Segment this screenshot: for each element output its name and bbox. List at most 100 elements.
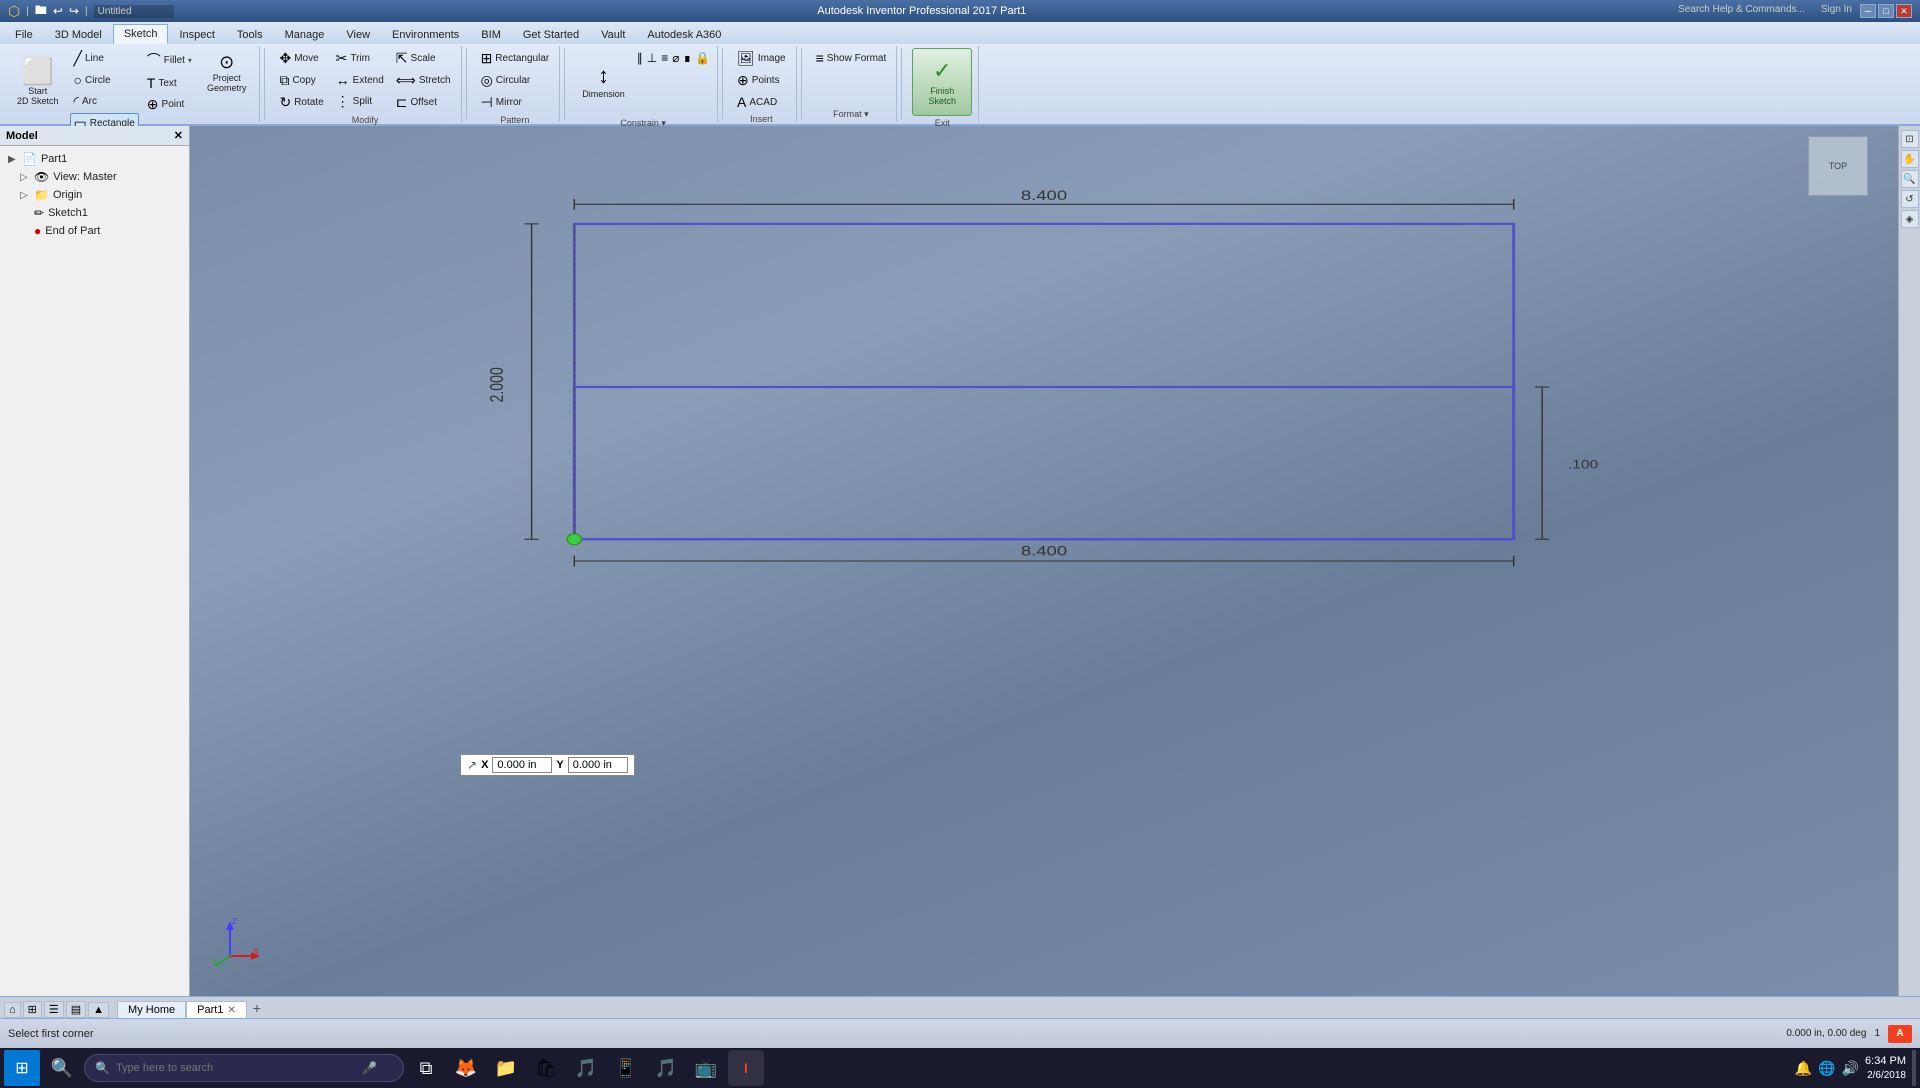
phone-btn[interactable]: 📱 xyxy=(608,1050,644,1086)
maximize-button[interactable]: □ xyxy=(1878,4,1894,18)
tab-vault[interactable]: Vault xyxy=(590,25,636,44)
dimension-button[interactable]: ↕ Dimension xyxy=(575,48,632,116)
tab-manage[interactable]: Manage xyxy=(274,25,336,44)
extend-button[interactable]: ↔ Extend xyxy=(332,70,388,90)
x-input[interactable] xyxy=(492,757,552,773)
constraint-icon-6[interactable]: 🔒 xyxy=(694,50,711,66)
acad-icon: A xyxy=(737,94,746,110)
circular-button[interactable]: ◎ Circular xyxy=(477,70,554,91)
tree-item-sketch1[interactable]: ✏ Sketch1 xyxy=(4,204,185,222)
close-button[interactable]: ✕ xyxy=(1896,4,1912,18)
part1-tab[interactable]: Part1 ✕ xyxy=(186,1001,247,1018)
rotate-button[interactable]: ↻ Rotate xyxy=(275,92,327,113)
move-button[interactable]: ✥ Move xyxy=(275,48,327,69)
taskview-btn[interactable]: ⧉ xyxy=(408,1050,444,1086)
tab-sketch[interactable]: Sketch xyxy=(113,24,169,44)
constraint-icon-3[interactable]: ≡ xyxy=(660,50,669,66)
tree-item-part1[interactable]: ▶ 📄 Part1 xyxy=(4,150,185,168)
mirror-button[interactable]: ⊣ Mirror xyxy=(477,92,554,113)
firefox-btn[interactable]: 🦊 xyxy=(448,1050,484,1086)
explorer-btn[interactable]: 📁 xyxy=(488,1050,524,1086)
tab-getstarted[interactable]: Get Started xyxy=(512,25,590,44)
text-button[interactable]: T Text xyxy=(143,73,196,93)
offset-button[interactable]: ⊏ Offset xyxy=(392,92,455,113)
expand-icon-origin[interactable]: ▷ xyxy=(20,190,30,201)
search-input[interactable] xyxy=(116,1062,356,1074)
image-button[interactable]: 🖼 Image xyxy=(733,48,790,69)
acad-button[interactable]: A ACAD xyxy=(733,92,790,112)
expand-icon-part1[interactable]: ▶ xyxy=(8,154,18,165)
search-help[interactable]: Search Help & Commands... xyxy=(1670,4,1813,18)
finish-sketch-button[interactable]: ✓ FinishSketch xyxy=(912,48,972,116)
scale-button[interactable]: ⇱ Scale xyxy=(392,48,455,69)
notification-icon[interactable]: 🔔 xyxy=(1795,1060,1812,1077)
show-desktop-btn[interactable] xyxy=(1912,1050,1916,1086)
myhome-tab[interactable]: My Home xyxy=(117,1001,186,1018)
text-icon: T xyxy=(147,75,156,91)
fillet-button[interactable]: ⌒ Fillet ▾ xyxy=(143,48,196,72)
part1-tab-close-icon[interactable]: ✕ xyxy=(227,1005,235,1016)
inventor-btn[interactable]: I xyxy=(728,1050,764,1086)
tab-3dmodel[interactable]: 3D Model xyxy=(44,25,113,44)
rt-pan[interactable]: ✋ xyxy=(1901,150,1919,168)
taskbar-search-btn[interactable]: 🔍 xyxy=(44,1050,80,1086)
show-format-button[interactable]: ≡ Show Format xyxy=(812,48,891,68)
mic-icon[interactable]: 🎤 xyxy=(362,1061,377,1075)
canvas[interactable]: 8.400 2.000 8.400 .100 xyxy=(190,126,1898,996)
tab-inspect[interactable]: Inspect xyxy=(168,25,225,44)
circle-button[interactable]: ○ Circle xyxy=(70,70,139,90)
view-home-btn[interactable]: ⌂ xyxy=(4,1002,21,1018)
split-button[interactable]: ⋮ Split xyxy=(332,91,388,112)
constraint-icon-4[interactable]: ⌀ xyxy=(671,50,680,66)
tree-item-endofpart[interactable]: ● End of Part xyxy=(4,222,185,240)
trim-button[interactable]: ✂ Trim xyxy=(332,48,388,69)
media-btn[interactable]: 🎵 xyxy=(568,1050,604,1086)
rt-zoom-all[interactable]: ⊡ xyxy=(1901,130,1919,148)
project-geometry-button[interactable]: ⊙ ProjectGeometry xyxy=(200,48,254,98)
constraint-icon-2[interactable]: ⊥ xyxy=(646,50,658,66)
arc-button[interactable]: ◜ Arc xyxy=(70,91,139,112)
quick-access-save[interactable]: 🖿 xyxy=(35,1,47,22)
constraint-icon-5[interactable]: ∎ xyxy=(682,50,692,66)
view-up-btn[interactable]: ▲ xyxy=(88,1002,109,1018)
tab-environments[interactable]: Environments xyxy=(381,25,470,44)
fillet-dropdown-icon[interactable]: ▾ xyxy=(188,56,192,65)
tab-a360[interactable]: Autodesk A360 xyxy=(636,25,732,44)
spotify-btn[interactable]: 🎵 xyxy=(648,1050,684,1086)
rt-appearance[interactable]: ◈ xyxy=(1901,210,1919,228)
rt-zoom[interactable]: 🔍 xyxy=(1901,170,1919,188)
y-input[interactable] xyxy=(568,757,628,773)
copy-button[interactable]: ⧉ Copy xyxy=(275,70,327,91)
volume-icon[interactable]: 🔊 xyxy=(1842,1060,1859,1077)
line-button[interactable]: ╱ Line xyxy=(70,48,139,69)
search-bar[interactable]: 🔍 🎤 xyxy=(84,1054,404,1082)
quick-access-redo[interactable]: ↪ xyxy=(69,4,79,18)
expand-icon-viewmaster[interactable]: ▷ xyxy=(20,172,30,183)
minimize-button[interactable]: ─ xyxy=(1860,4,1876,18)
tree-item-origin[interactable]: ▷ 📁 Origin xyxy=(4,186,185,204)
tab-file[interactable]: File xyxy=(4,25,44,44)
points-button[interactable]: ⊕ Points xyxy=(733,70,790,91)
signin-btn[interactable]: Sign In xyxy=(1815,4,1858,18)
quick-access-undo[interactable]: ↩ xyxy=(53,4,63,18)
rt-orbit[interactable]: ↺ xyxy=(1901,190,1919,208)
tab-bim[interactable]: BIM xyxy=(470,25,512,44)
start-2d-sketch-button[interactable]: ⬜ Start2D Sketch xyxy=(10,48,66,116)
network-icon[interactable]: 🌐 xyxy=(1818,1060,1835,1077)
view-detail-btn[interactable]: ▤ xyxy=(66,1001,86,1018)
sidebar-close-icon[interactable]: ✕ xyxy=(174,129,183,142)
stretch-button[interactable]: ⟺ Stretch xyxy=(392,70,455,91)
store-btn[interactable]: 🛍 xyxy=(528,1050,564,1086)
view-list-btn[interactable]: ☰ xyxy=(44,1001,64,1018)
point-button[interactable]: ⊕ Point xyxy=(143,94,196,115)
new-tab-btn[interactable]: + xyxy=(247,998,267,1018)
viewcube[interactable]: TOP xyxy=(1808,136,1868,196)
view-grid-btn[interactable]: ⊞ xyxy=(23,1001,42,1018)
tab-tools[interactable]: Tools xyxy=(226,25,274,44)
start-button[interactable]: ⊞ xyxy=(4,1050,40,1086)
rectangular-button[interactable]: ⊞ Rectangular xyxy=(477,48,554,69)
tree-item-viewmaster[interactable]: ▷ 👁 View: Master xyxy=(4,168,185,186)
tab-view[interactable]: View xyxy=(335,25,381,44)
constraint-icon-1[interactable]: ∥ xyxy=(636,50,644,66)
netflix-btn[interactable]: 📺 xyxy=(688,1050,724,1086)
